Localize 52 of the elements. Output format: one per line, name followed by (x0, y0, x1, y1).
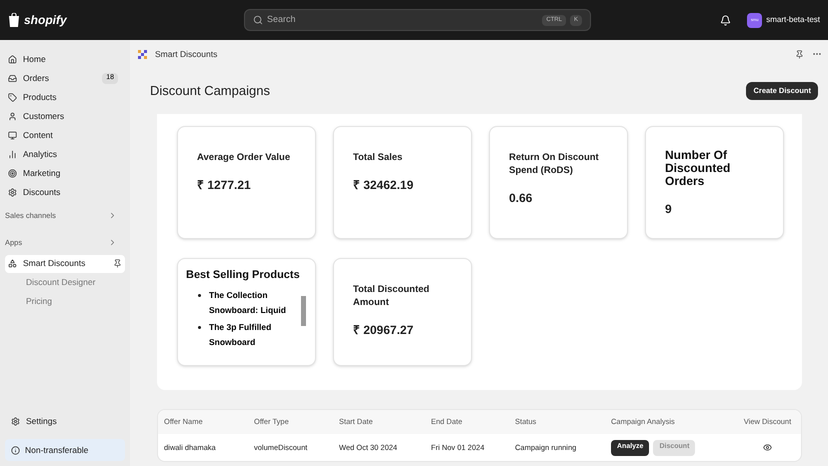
page-title: Discount Campaigns (150, 82, 270, 100)
metric-value: ₹ 32462.19 (353, 177, 414, 194)
nav-item[interactable]: Home (5, 50, 125, 69)
pin-icon (113, 259, 122, 268)
bar-chart-icon (8, 150, 17, 159)
nav-item[interactable]: Marketing (5, 164, 125, 183)
nav-item[interactable]: Discounts (5, 183, 125, 202)
product-name: The 3p Fulfilled Snowboard (208, 320, 272, 348)
nav-item[interactable]: Content (5, 126, 125, 145)
chevron-icon[interactable] (108, 211, 117, 220)
nav-item[interactable]: Analytics (5, 145, 125, 164)
view-icon[interactable] (763, 443, 772, 452)
target-icon (8, 169, 17, 178)
home-icon (8, 55, 17, 64)
notification-icon[interactable] (720, 14, 732, 26)
nav-item[interactable]: Products (5, 88, 125, 107)
monitor-icon (8, 131, 17, 140)
tag-icon (8, 93, 17, 102)
metric-value: 0.66 (509, 190, 534, 207)
search-placeholder: Search (267, 13, 297, 26)
gear-icon (11, 416, 20, 426)
sub-nav-item[interactable]: Pricing (5, 292, 125, 310)
inbox-icon (8, 74, 17, 83)
notice-banner[interactable]: Non-transferable (5, 439, 125, 461)
store-name[interactable]: smart-beta-test (766, 14, 820, 26)
metric-title: Total Discounted Amount (353, 283, 430, 309)
shopping-bag-icon (8, 13, 20, 27)
metric-title: Return On Discount Spend (RoDS) (509, 151, 600, 177)
product-name: The Collection Snowboard: Liquid (208, 288, 287, 317)
metric-value: 9 (665, 201, 673, 218)
app-logo-icon (138, 50, 147, 58)
card-title: Best Selling Products (186, 268, 301, 283)
metric-value: ₹ 1277.21 (197, 177, 252, 194)
chevron-icon[interactable] (108, 238, 117, 248)
metric-title: Average Order Value (197, 151, 292, 164)
bullet-icon (198, 326, 201, 328)
metric-title: Number Of Discounted Orders (665, 149, 732, 188)
app-nav-item[interactable]: Smart Discounts (5, 254, 125, 272)
pin-icon[interactable] (795, 50, 804, 58)
metric-value: ₹ 20967.27 (353, 322, 414, 339)
person-icon (8, 112, 17, 121)
bullet-icon (198, 294, 201, 296)
info-icon (11, 446, 20, 454)
logo-text: shopify (24, 12, 67, 29)
app-title: Smart Discounts (155, 48, 218, 60)
search-icon (253, 15, 263, 25)
settings-item[interactable]: Settings (5, 412, 125, 430)
sub-nav-item[interactable]: Discount Designer (5, 272, 125, 292)
nav-item[interactable]: Customers (5, 107, 125, 126)
app-icon (8, 259, 17, 268)
gear-icon (8, 188, 17, 197)
metric-title: Total Sales (353, 151, 404, 164)
